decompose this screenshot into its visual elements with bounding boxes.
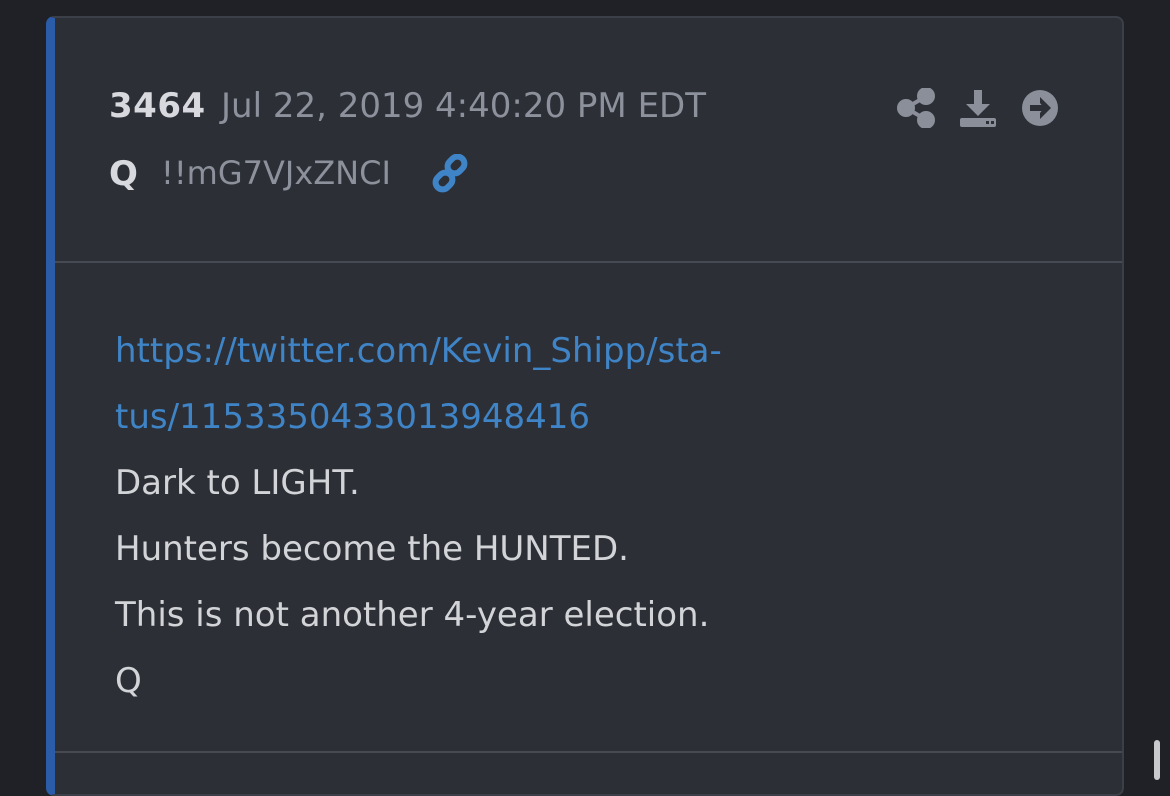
post-actions [896,88,1060,128]
share-icon[interactable] [896,88,936,128]
post-number: 3464 [109,86,206,126]
post-footer-divider [55,751,1122,753]
tweet-link-line-2[interactable]: tus/1153350433013948416 [115,384,1082,450]
post-text-line: Dark to LIGHT. [115,463,360,503]
post-card: 3464 Jul 22, 2019 4:40:20 PM EDT Q !!mG7… [46,16,1124,796]
post-tripcode: !!mG7VJxZNCI [161,154,391,192]
arrow-right-circle-icon[interactable] [1020,88,1060,128]
post-signature: Q [115,661,142,701]
download-icon[interactable] [958,88,998,128]
post-body: https://twitter.com/Kevin_Shipp/sta- tus… [115,318,1082,714]
tweet-link-line-1[interactable]: https://twitter.com/Kevin_Shipp/sta- [115,318,1082,384]
post-header: 3464 Jul 22, 2019 4:40:20 PM EDT Q !!mG7… [55,18,1122,263]
post-text-line: Hunters become the HUNTED. [115,529,629,569]
post-author: Q [109,154,138,194]
post-timestamp: Jul 22, 2019 4:40:20 PM EDT [221,86,706,126]
post-text-line: This is not another 4-year election. [115,595,710,635]
scrollbar[interactable] [1154,740,1160,780]
link-icon[interactable] [429,153,473,194]
